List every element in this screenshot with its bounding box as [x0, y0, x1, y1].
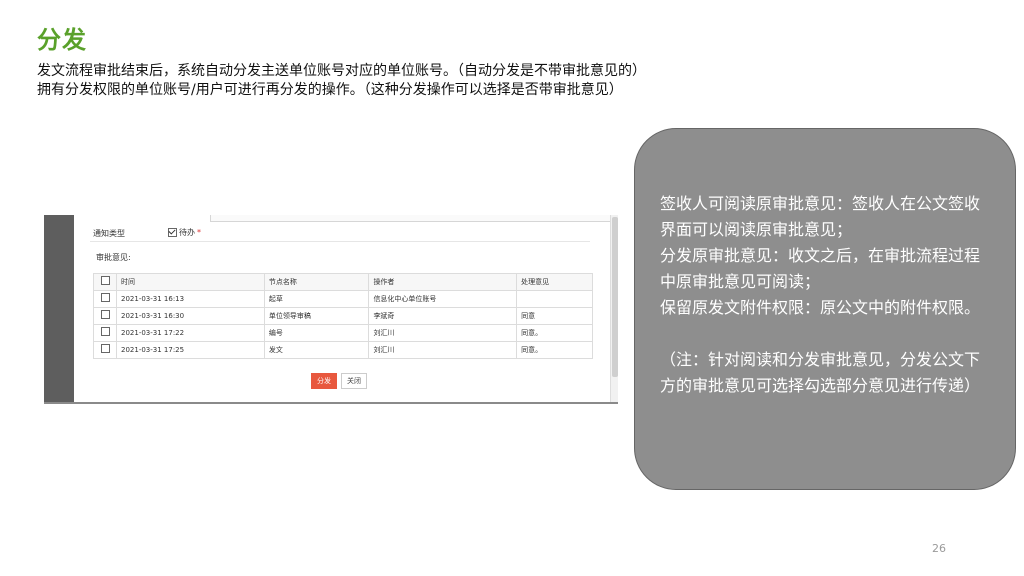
row-select-cell[interactable]	[93, 307, 117, 325]
row-select-cell[interactable]	[93, 290, 117, 308]
column-header-node: 节点名称	[263, 273, 370, 291]
todo-option-label: 待办	[179, 228, 195, 237]
cell-operator: 李斌奇	[368, 307, 518, 325]
slide-title: 分发	[37, 26, 87, 54]
table-row: 2021-03-31 17:25 发文 刘汇川 同意。	[93, 341, 593, 359]
column-header-opinion: 处理意见	[516, 273, 593, 291]
cell-opinion	[516, 290, 593, 308]
callout-line: 签收人可阅读原审批意见：签收人在公文签收界面可以阅读原审批意见；	[660, 194, 981, 239]
notice-type-label: 通知类型	[93, 229, 125, 238]
row-checkbox[interactable]	[100, 344, 110, 353]
cell-time: 2021-03-31 16:30	[116, 307, 265, 325]
cell-opinion: 同意	[516, 307, 593, 325]
cell-time: 2021-03-31 17:22	[116, 324, 265, 342]
cell-node: 编号	[263, 324, 370, 342]
callout-bubble: 签收人可阅读原审批意见：签收人在公文签收界面可以阅读原审批意见； 分发原审批意见…	[634, 128, 1016, 490]
row-checkbox[interactable]	[100, 327, 110, 336]
screenshot-sidebar	[44, 215, 74, 402]
callout-spacer	[660, 321, 995, 347]
select-all-checkbox[interactable]	[100, 276, 110, 285]
cell-node: 起草	[263, 290, 370, 308]
cell-opinion: 同意。	[516, 341, 593, 359]
todo-checkbox[interactable]	[168, 228, 177, 237]
table-row: 2021-03-31 16:30 单位领导审稿 李斌奇 同意	[93, 307, 593, 325]
opinions-label: 审批意见:	[96, 253, 131, 262]
cell-opinion: 同意。	[516, 324, 593, 342]
callout-line: 分发原审批意见：收文之后，在审批流程过程中原审批意见可阅读；	[660, 246, 981, 291]
column-header-operator: 操作者	[368, 273, 518, 291]
scrollbar-thumb[interactable]	[612, 217, 618, 377]
cell-operator: 刘汇川	[368, 324, 518, 342]
row-checkbox[interactable]	[100, 293, 110, 302]
notice-type-option[interactable]: 待办 *	[168, 227, 201, 238]
column-header-time: 时间	[116, 273, 265, 291]
required-mark: *	[197, 228, 201, 237]
row-checkbox[interactable]	[100, 310, 110, 319]
opinions-table: 时间 节点名称 操作者 处理意见 2021-03-31 16:13 起草 信息化…	[93, 273, 593, 359]
callout-text: 签收人可阅读原审批意见：签收人在公文签收界面可以阅读原审批意见； 分发原审批意见…	[660, 191, 995, 399]
form-buttons: 分发 关闭	[311, 373, 367, 389]
cell-operator: 刘汇川	[368, 341, 518, 359]
notice-type-row: 通知类型 待办 *	[90, 225, 590, 242]
intro-text: 发文流程审批结束后，系统自动分发主送单位账号对应的单位账号。（自动分发是不带审批…	[37, 62, 817, 100]
close-button[interactable]: 关闭	[341, 373, 367, 389]
table-row: 2021-03-31 16:13 起草 信息化中心单位账号	[93, 290, 593, 308]
intro-line: 拥有分发权限的单位账号/用户可进行再分发的操作。（这种分发操作可以选择是否带审批…	[37, 82, 623, 98]
table-row: 2021-03-31 17:22 编号 刘汇川 同意。	[93, 324, 593, 342]
page-number: 26	[932, 542, 946, 555]
row-select-cell[interactable]	[93, 324, 117, 342]
callout-note: （注：针对阅读和分发审批意见，分发公文下方的审批意见可选择勾选部分意见进行传递）	[660, 350, 981, 395]
screenshot-scrollbar[interactable]	[610, 215, 618, 402]
select-all-cell[interactable]	[93, 273, 117, 291]
distribute-button[interactable]: 分发	[311, 373, 337, 389]
callout-line: 保留原发文附件权限：原公文中的附件权限。	[660, 298, 981, 317]
intro-line: 发文流程审批结束后，系统自动分发主送单位账号对应的单位账号。（自动分发是不带审批…	[37, 63, 646, 79]
form-field-top	[210, 215, 618, 222]
distribute-form: 通知类型 待办 * 审批意见: 时间 节点名称 操作者 处理意见 2021-03…	[90, 215, 618, 397]
cell-node: 单位领导审稿	[263, 307, 370, 325]
cell-node: 发文	[263, 341, 370, 359]
cell-time: 2021-03-31 16:13	[116, 290, 265, 308]
table-header-row: 时间 节点名称 操作者 处理意见	[93, 273, 593, 291]
row-select-cell[interactable]	[93, 341, 117, 359]
embedded-screenshot: 通知类型 待办 * 审批意见: 时间 节点名称 操作者 处理意见 2021-03…	[44, 215, 618, 404]
cell-time: 2021-03-31 17:25	[116, 341, 265, 359]
cell-operator: 信息化中心单位账号	[368, 290, 518, 308]
